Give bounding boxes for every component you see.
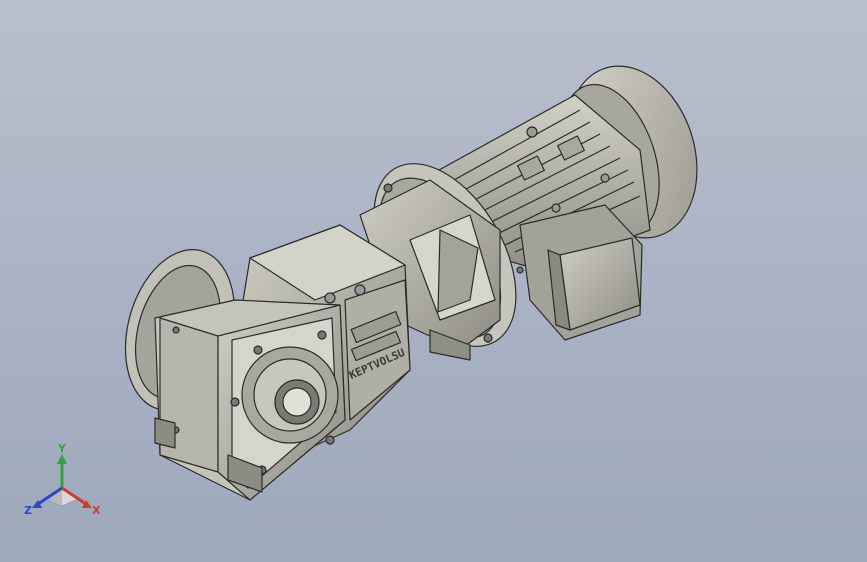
terminal-box (519, 204, 643, 341)
triad-axes (32, 454, 92, 508)
gear-motor-model[interactable]: KEPTVOLSU (0, 0, 867, 562)
triad-z-label: Z (24, 504, 32, 517)
orientation-triad[interactable]: Y X Z (22, 442, 102, 528)
gearbox-front-face (154, 299, 346, 501)
cad-viewport[interactable]: KEPTVOLSU Y X Z (0, 0, 867, 562)
triad-y-label: Y (58, 442, 66, 455)
triad-x-label: X (92, 504, 101, 517)
